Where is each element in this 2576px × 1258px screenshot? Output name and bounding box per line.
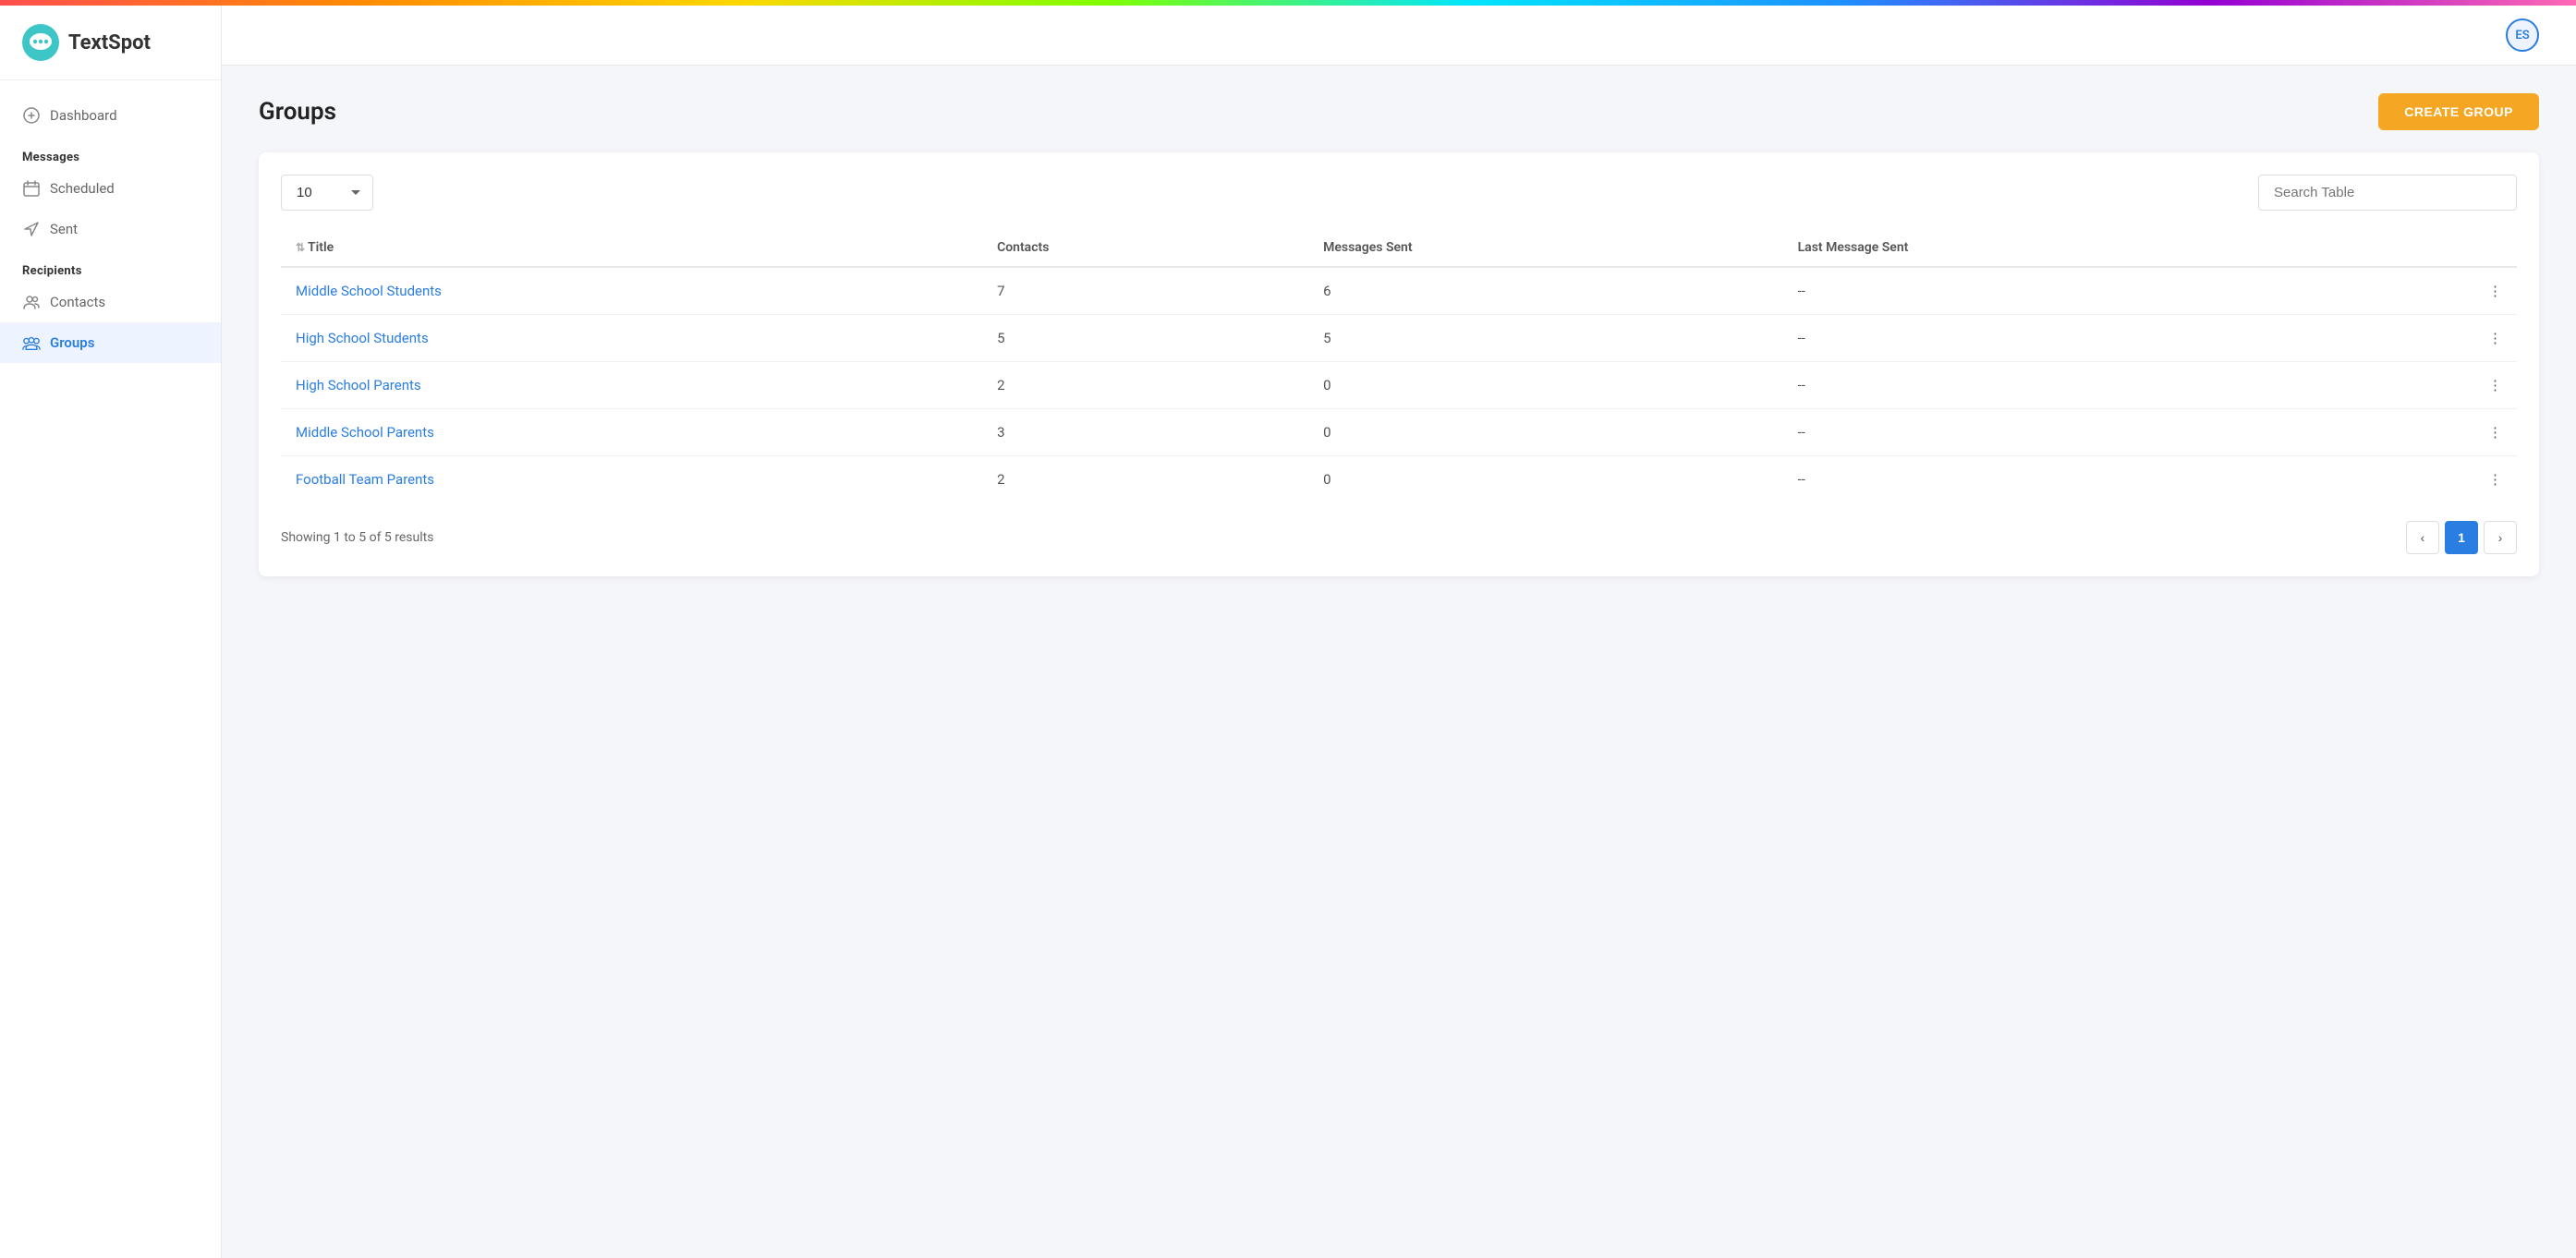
contacts-cell: 2: [982, 456, 1308, 503]
dashboard-label: Dashboard: [50, 107, 117, 124]
send-icon: [22, 220, 41, 238]
row-menu-button[interactable]: ⋮: [2343, 362, 2517, 409]
row-menu-button[interactable]: ⋮: [2343, 456, 2517, 503]
row-menu-button[interactable]: ⋮: [2343, 409, 2517, 456]
messages-sent-cell: 0: [1308, 456, 1783, 503]
last-message-sent-cell: --: [1783, 456, 2344, 503]
group-title-cell[interactable]: High School Students: [281, 315, 982, 362]
column-contacts: Contacts: [982, 229, 1308, 267]
next-page-button[interactable]: ›: [2484, 521, 2517, 554]
top-header: ES: [222, 6, 2576, 66]
table-row: Middle School Parents 3 0 -- ⋮: [281, 409, 2517, 456]
table-row: Middle School Students 7 6 -- ⋮: [281, 267, 2517, 315]
pagination: ‹ 1 ›: [2406, 521, 2517, 554]
column-last-message-sent: Last Message Sent: [1783, 229, 2344, 267]
table-row: Football Team Parents 2 0 -- ⋮: [281, 456, 2517, 503]
messages-sent-cell: 5: [1308, 315, 1783, 362]
contacts-label: Contacts: [50, 294, 105, 310]
sidebar-nav: Dashboard Messages Scheduled: [0, 80, 221, 378]
app-name: TextSpot: [68, 31, 151, 54]
sent-label: Sent: [50, 221, 78, 237]
row-menu-button[interactable]: ⋮: [2343, 267, 2517, 315]
last-message-sent-cell: --: [1783, 362, 2344, 409]
last-message-sent-cell: --: [1783, 267, 2344, 315]
per-page-select[interactable]: 10 25 50 100: [281, 175, 373, 211]
main-content: ES Groups CREATE GROUP 10 25 50 100: [222, 6, 2576, 1258]
page-content: Groups CREATE GROUP 10 25 50 100: [222, 66, 2576, 1258]
table-header: Title Contacts Messages Sent Last Messag…: [281, 229, 2517, 267]
messages-sent-cell: 0: [1308, 409, 1783, 456]
results-text: Showing 1 to 5 of 5 results: [281, 530, 433, 545]
user-avatar[interactable]: ES: [2506, 18, 2539, 52]
contacts-icon: [22, 293, 41, 311]
contacts-cell: 2: [982, 362, 1308, 409]
messages-sent-cell: 6: [1308, 267, 1783, 315]
page-1-button[interactable]: 1: [2445, 521, 2478, 554]
messages-section-label: Messages: [0, 136, 221, 168]
scheduled-label: Scheduled: [50, 180, 115, 197]
group-title-cell[interactable]: High School Parents: [281, 362, 982, 409]
sidebar-item-dashboard[interactable]: Dashboard: [0, 95, 221, 136]
page-title: Groups: [259, 98, 336, 126]
contacts-cell: 3: [982, 409, 1308, 456]
data-table: Title Contacts Messages Sent Last Messag…: [281, 229, 2517, 502]
sidebar-item-scheduled[interactable]: Scheduled: [0, 168, 221, 209]
logo-icon: [22, 24, 59, 61]
column-title[interactable]: Title: [281, 229, 982, 267]
table-row: High School Parents 2 0 -- ⋮: [281, 362, 2517, 409]
row-menu-button[interactable]: ⋮: [2343, 315, 2517, 362]
table-footer: Showing 1 to 5 of 5 results ‹ 1 ›: [281, 521, 2517, 554]
last-message-sent-cell: --: [1783, 409, 2344, 456]
column-messages-sent: Messages Sent: [1308, 229, 1783, 267]
table-controls: 10 25 50 100: [281, 175, 2517, 211]
sidebar-item-sent[interactable]: Sent: [0, 209, 221, 249]
groups-label: Groups: [50, 334, 94, 351]
contacts-cell: 7: [982, 267, 1308, 315]
contacts-cell: 5: [982, 315, 1308, 362]
sidebar: TextSpot Dashboard Messages: [0, 6, 222, 1258]
last-message-sent-cell: --: [1783, 315, 2344, 362]
table-body: Middle School Students 7 6 -- ⋮ High Sch…: [281, 267, 2517, 502]
groups-icon: [22, 333, 41, 352]
chat-icon: [22, 106, 41, 125]
page-header: Groups CREATE GROUP: [259, 93, 2539, 130]
messages-sent-cell: 0: [1308, 362, 1783, 409]
table-card: 10 25 50 100 Title Contacts Messages Sen…: [259, 152, 2539, 576]
recipients-section-label: Recipients: [0, 249, 221, 282]
sidebar-item-contacts[interactable]: Contacts: [0, 282, 221, 322]
table-row: High School Students 5 5 -- ⋮: [281, 315, 2517, 362]
logo-area: TextSpot: [0, 6, 221, 80]
group-title-cell[interactable]: Middle School Parents: [281, 409, 982, 456]
sidebar-item-groups[interactable]: Groups: [0, 322, 221, 363]
calendar-icon: [22, 179, 41, 198]
column-actions: [2343, 229, 2517, 267]
search-input[interactable]: [2258, 175, 2517, 211]
group-title-cell[interactable]: Middle School Students: [281, 267, 982, 315]
create-group-button[interactable]: CREATE GROUP: [2378, 93, 2539, 130]
group-title-cell[interactable]: Football Team Parents: [281, 456, 982, 503]
prev-page-button[interactable]: ‹: [2406, 521, 2439, 554]
